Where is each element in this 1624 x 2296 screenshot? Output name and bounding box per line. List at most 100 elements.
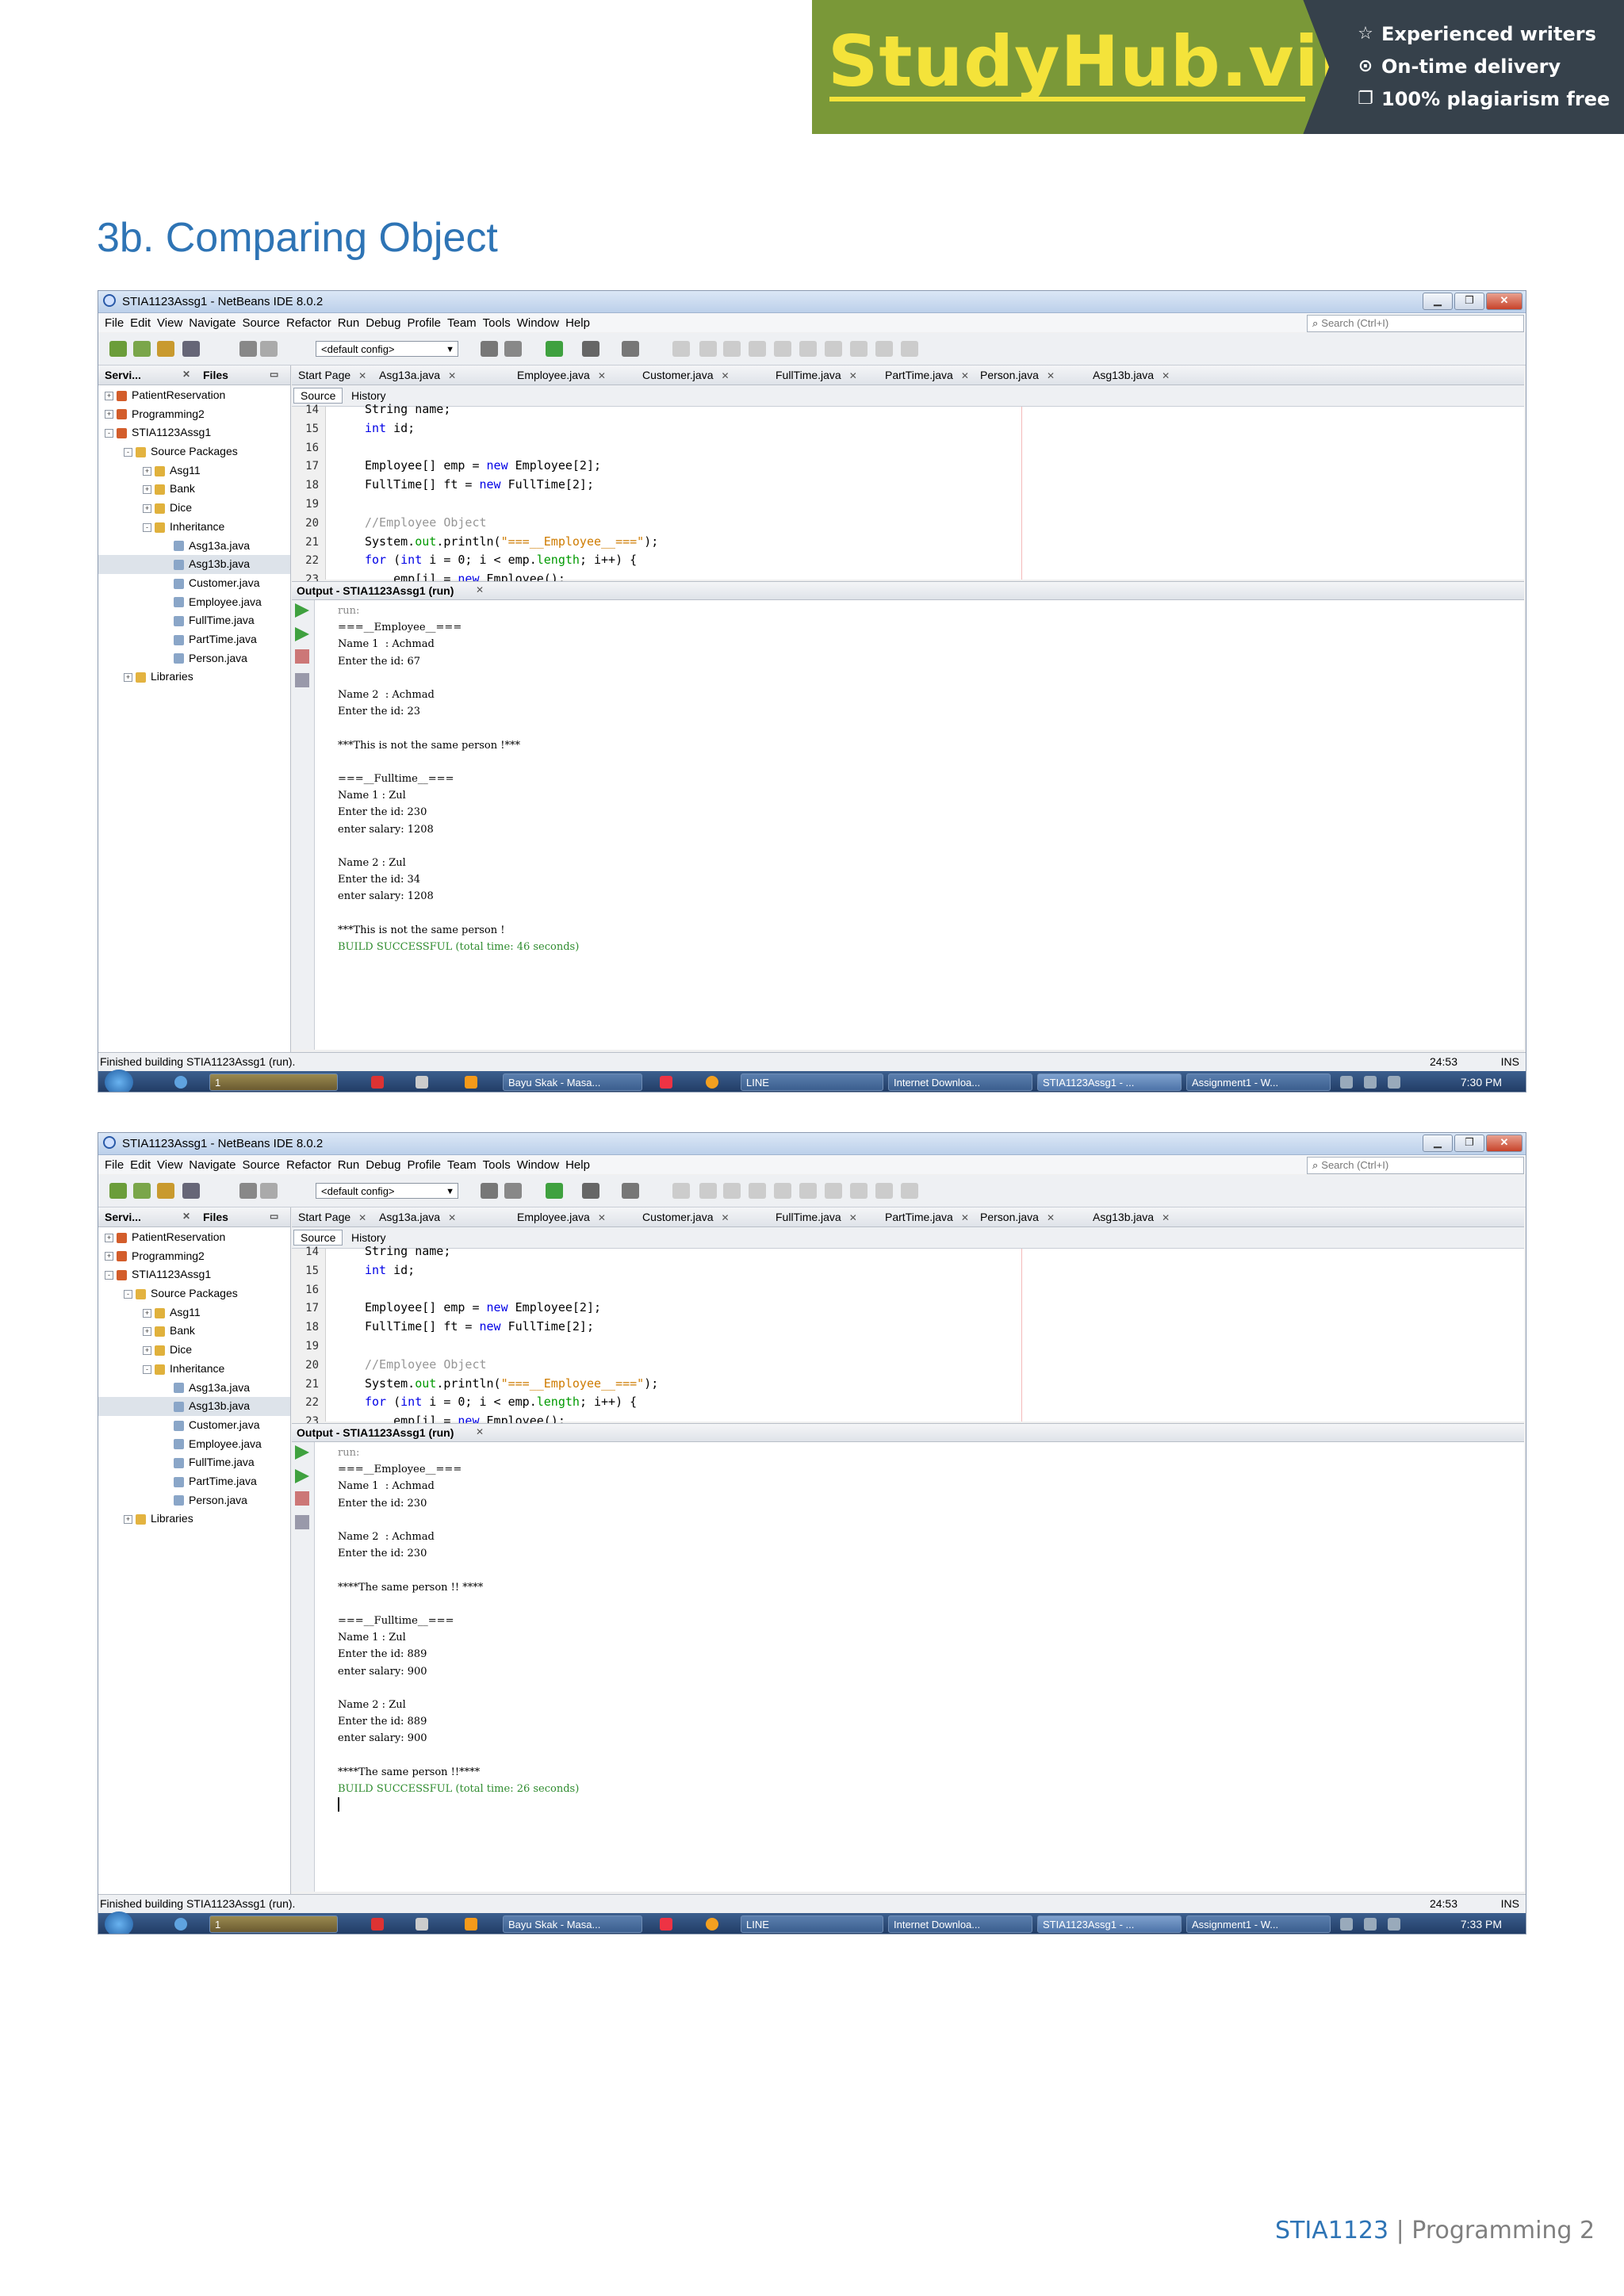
taskbar-explorer[interactable]: 1 [209,1915,338,1933]
tree-item[interactable]: - Source Packages [98,442,290,461]
close-icon[interactable]: ✕ [448,1212,456,1223]
expand-icon[interactable]: + [143,1327,151,1337]
start-button[interactable] [105,1070,133,1092]
menu-item-debug[interactable]: Debug [362,313,404,330]
tree-item[interactable]: PartTime.java [98,630,290,649]
close-icon[interactable]: ✕ [476,584,484,595]
tree-item[interactable]: Asg13b.java [98,555,290,574]
tab-employee-java[interactable]: Employee.java ✕ [517,369,606,381]
close-icon[interactable]: ✕ [1047,1212,1055,1223]
menu-item-navigate[interactable]: Navigate [186,313,239,330]
profile-icon[interactable] [622,341,639,357]
tree-item[interactable]: + Dice [98,499,290,518]
tab-asg13b-java[interactable]: Asg13b.java ✕ [1093,369,1170,381]
collapse-icon[interactable]: - [124,1289,132,1299]
apply-changes-icon[interactable] [875,341,893,357]
tree-item[interactable]: - Inheritance [98,518,290,537]
expand-icon[interactable]: + [143,1308,151,1318]
tree-item[interactable]: - Inheritance [98,1360,290,1379]
tab-employee-java[interactable]: Employee.java ✕ [517,1211,606,1223]
taskbar-word[interactable]: Assignment1 - W... [1186,1915,1331,1933]
taskbar-word[interactable]: Assignment1 - W... [1186,1073,1331,1091]
minimize-pane-icon[interactable]: ▭ [270,1211,278,1222]
close-icon[interactable]: ✕ [1162,370,1170,381]
tree-item[interactable]: + Libraries [98,1510,290,1529]
restore-button[interactable]: ❐ [1454,1135,1484,1152]
config-select[interactable]: <default config> ▼ [316,1183,458,1199]
tab-parttime-java[interactable]: PartTime.java ✕ [885,369,969,381]
start-button[interactable] [105,1911,133,1934]
network-icon[interactable] [1364,1076,1377,1089]
expand-icon[interactable]: + [105,410,113,419]
redo-icon[interactable] [260,1183,278,1199]
menu-item-profile[interactable]: Profile [404,1155,444,1172]
internet-explorer-icon[interactable] [174,1076,187,1089]
tab-fulltime-java[interactable]: FullTime.java ✕ [776,1211,857,1223]
taskbar-idm[interactable]: Internet Downloa... [888,1915,1032,1933]
tree-item[interactable]: - STIA1123Assg1 [98,1265,290,1284]
config-select[interactable]: <default config> ▼ [316,341,458,357]
menu-item-navigate[interactable]: Navigate [186,1155,239,1172]
menu-item-source[interactable]: Source [239,313,283,330]
tab-services[interactable]: Servi... [105,1211,141,1223]
menu-item-edit[interactable]: Edit [127,313,154,330]
tree-item[interactable]: FullTime.java [98,1453,290,1472]
taskbar-chrome[interactable]: Bayu Skak - Masa... [503,1073,642,1091]
close-icon[interactable]: ✕ [598,1212,606,1223]
tab-parttime-java[interactable]: PartTime.java ✕ [885,1211,969,1223]
internet-explorer-icon[interactable] [174,1918,187,1931]
tree-item[interactable]: + Bank [98,480,290,499]
tree-item[interactable]: Customer.java [98,1416,290,1435]
restore-button[interactable]: ❐ [1454,293,1484,310]
menu-item-edit[interactable]: Edit [127,1155,154,1172]
stop-icon[interactable] [295,649,309,664]
app-icon[interactable] [416,1076,428,1089]
tree-item[interactable]: PartTime.java [98,1472,290,1491]
taskbar-idm[interactable]: Internet Downloa... [888,1073,1032,1091]
menu-item-refactor[interactable]: Refactor [283,313,335,330]
new-file-icon[interactable] [133,341,151,357]
menu-item-profile[interactable]: Profile [404,313,444,330]
close-icon[interactable]: ✕ [849,370,857,381]
step-out-icon[interactable] [825,341,842,357]
app-icon[interactable] [706,1918,718,1931]
step-icon[interactable] [749,341,766,357]
stop-icon[interactable] [295,1491,309,1506]
build-icon[interactable] [504,1183,522,1199]
rerun-icon[interactable] [295,603,309,618]
tree-item[interactable]: Person.java [98,649,290,668]
tree-item[interactable]: + Programming2 [98,1247,290,1266]
expand-icon[interactable]: + [143,466,151,476]
media-icon[interactable] [371,1076,384,1089]
clean-build-icon[interactable] [481,1183,498,1199]
pause-icon[interactable] [699,1183,717,1199]
search-input[interactable]: ⌕ Search (Ctrl+I) [1307,315,1524,332]
collapse-icon[interactable]: - [124,447,132,457]
menu-item-file[interactable]: File [102,1155,127,1172]
step-over-icon[interactable] [774,1183,791,1199]
tab-customer-java[interactable]: Customer.java ✕ [642,369,730,381]
tab-services[interactable]: Servi... [105,369,141,381]
minimize-button[interactable]: ▁ [1423,1135,1453,1152]
step-into-icon[interactable] [799,1183,817,1199]
step-out-icon[interactable] [825,1183,842,1199]
window-titlebar[interactable]: STIA1123Assg1 - NetBeans IDE 8.0.2 ▁ ❐ ✕ [98,291,1526,313]
expand-icon[interactable]: + [143,503,151,513]
taskbar-netbeans[interactable]: STIA1123Assg1 - ... [1037,1073,1182,1091]
screenshot-icon[interactable] [901,1183,918,1199]
code-area[interactable]: 14 String name; 15 int id; 16 17 Employee[] em… [292,402,1524,586]
tree-item[interactable]: Asg13a.java [98,1379,290,1398]
step-icon[interactable] [749,1183,766,1199]
menu-item-view[interactable]: View [154,313,186,330]
close-icon[interactable]: ✕ [182,1211,190,1222]
power-icon[interactable] [1388,1918,1400,1931]
open-project-icon[interactable] [157,1183,174,1199]
close-icon[interactable]: ✕ [721,370,729,381]
close-icon[interactable]: ✕ [721,1212,729,1223]
collapse-icon[interactable]: - [105,429,113,438]
tab-start-page[interactable]: Start Page ✕ [298,1211,366,1223]
taskbar-chrome[interactable]: Bayu Skak - Masa... [503,1915,642,1933]
volume-icon[interactable] [1340,1918,1353,1931]
open-project-icon[interactable] [157,341,174,357]
menu-item-view[interactable]: View [154,1155,186,1172]
